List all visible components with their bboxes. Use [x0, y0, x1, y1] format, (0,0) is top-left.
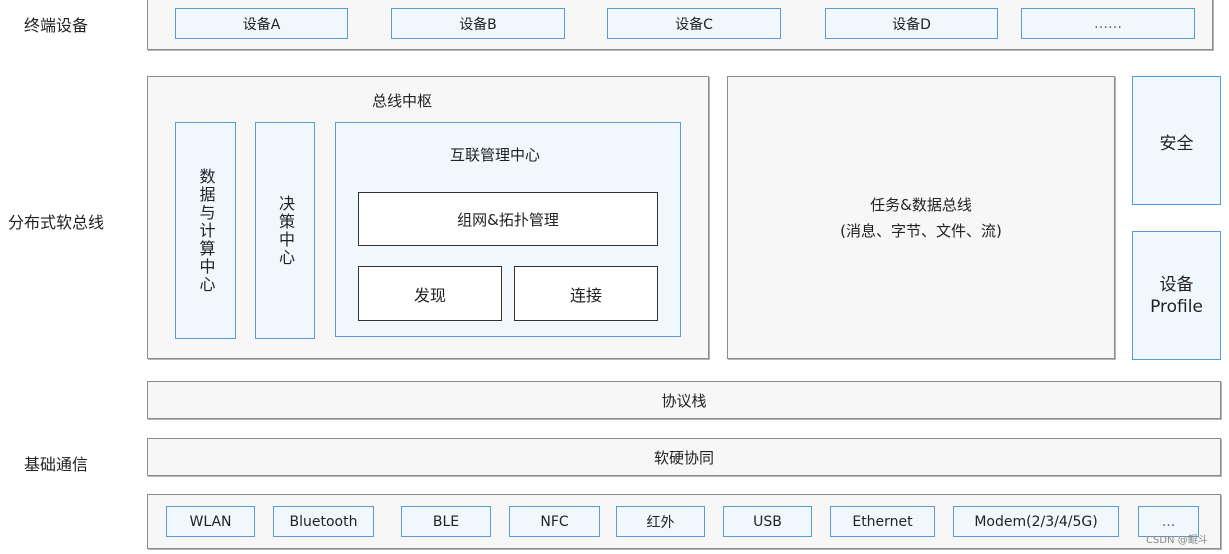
- decision-center-label: 决策中心: [276, 194, 295, 267]
- transport-usb: USB: [723, 506, 812, 537]
- interconnect-center-title: 互联管理中心: [449, 145, 540, 164]
- networking-topology-box: 组网&拓扑管理: [358, 192, 658, 246]
- device-more-box: ……: [1021, 8, 1195, 39]
- device-c-box: 设备C: [607, 8, 781, 39]
- device-b-box: 设备B: [391, 8, 565, 39]
- row-label-softbus: 分布式软总线: [8, 213, 105, 232]
- transport-ethernet: Ethernet: [830, 506, 935, 537]
- transport-nfc: NFC: [509, 506, 600, 537]
- task-data-bus-panel: 任务&数据总线 (消息、字节、文件、流): [727, 76, 1115, 359]
- data-compute-center-label: 数据与计算中心: [196, 167, 216, 294]
- connection-box: 连接: [514, 266, 658, 321]
- security-box: 安全: [1132, 76, 1221, 205]
- device-profile-line2: Profile: [1150, 296, 1203, 317]
- row-label-terminal: 终端设备: [24, 16, 89, 35]
- transport-wlan: WLAN: [166, 506, 255, 537]
- hw-sw-coop-bar: 软硬协同: [147, 438, 1221, 476]
- transport-infrared: 红外: [616, 506, 705, 537]
- device-d-box: 设备D: [825, 8, 998, 39]
- device-profile-box: 设备 Profile: [1132, 231, 1221, 360]
- bus-hub-title: 总线中枢: [371, 91, 432, 110]
- task-data-bus-subtitle: (消息、字节、文件、流): [840, 221, 1002, 240]
- transport-ble: BLE: [401, 506, 491, 537]
- decision-center-box: 决策中心: [255, 122, 315, 339]
- watermark: CSDN @鲲斗: [1146, 535, 1208, 546]
- row-label-basic-comm: 基础通信: [24, 455, 89, 474]
- discovery-box: 发现: [358, 266, 502, 321]
- device-a-box: 设备A: [175, 8, 348, 39]
- transport-bluetooth: Bluetooth: [273, 506, 374, 537]
- data-compute-center-box: 数据与计算中心: [175, 122, 236, 339]
- device-profile-line1: 设备: [1159, 274, 1194, 295]
- task-data-bus-title: 任务&数据总线: [870, 195, 972, 214]
- protocol-stack-bar: 协议栈: [147, 381, 1221, 419]
- transport-modem: Modem(2/3/4/5G): [953, 506, 1119, 537]
